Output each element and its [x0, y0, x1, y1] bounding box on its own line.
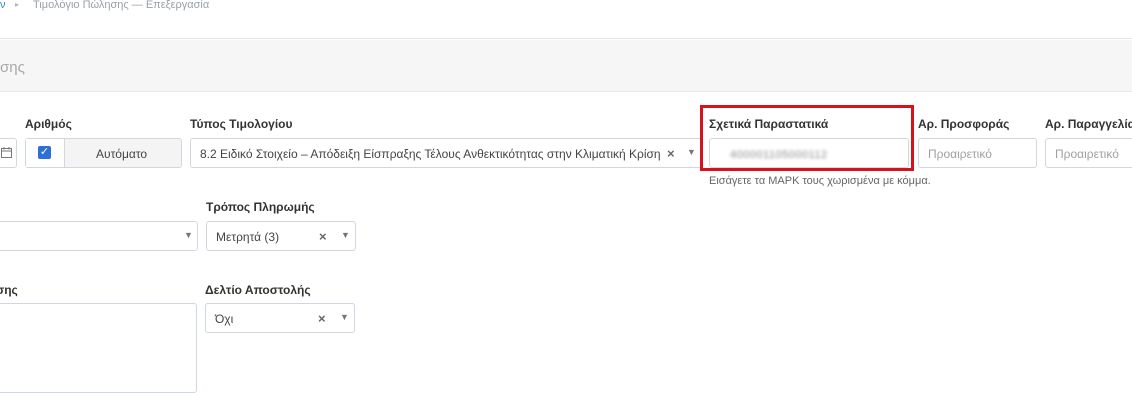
- clear-icon[interactable]: ×: [318, 311, 326, 326]
- order-number-label: Αρ. Παραγγελίας: [1045, 117, 1132, 131]
- payment-method-select[interactable]: Μετρητά (3) × ▼: [206, 221, 356, 251]
- order-number-input[interactable]: Προαιρετικό: [1045, 138, 1132, 168]
- payment-method-label: Τρόπος Πληρωμής: [206, 200, 315, 214]
- delivery-note-value: Όχι: [215, 312, 234, 326]
- clear-icon[interactable]: ×: [667, 146, 675, 161]
- offer-number-input[interactable]: Προαιρετικό: [918, 138, 1037, 168]
- check-icon: ✓: [39, 146, 50, 158]
- related-docs-help: Εισάγετε τα ΜΑΡΚ τους χωρισμένα με κόμμα…: [709, 175, 931, 187]
- breadcrumb: ν ▸ Τιμολόγιο Πώλησης — Επεξεργασία: [0, 0, 1132, 14]
- number-auto-label: Αυτόματο: [96, 147, 148, 161]
- breadcrumb-separator-icon: ▸: [15, 0, 20, 9]
- delivery-note-label: Δελτίο Αποστολής: [205, 283, 311, 297]
- notes-textarea[interactable]: [0, 303, 197, 393]
- checkbox-checked-icon: ✓: [38, 146, 51, 159]
- calendar-icon[interactable]: [1, 147, 13, 159]
- divider: [0, 38, 1132, 39]
- chevron-down-icon[interactable]: ▼: [340, 312, 349, 322]
- notes-label: σης: [0, 283, 18, 297]
- number-label: Αριθμός: [25, 117, 72, 131]
- box-title: σης: [0, 59, 25, 76]
- clear-icon[interactable]: ×: [319, 229, 327, 244]
- breadcrumb-link[interactable]: ν: [0, 0, 6, 11]
- invoice-type-value: 8.2 Ειδικό Στοιχείο – Απόδειξη Είσπραξης…: [200, 147, 661, 161]
- delivery-note-select[interactable]: Όχι × ▼: [205, 303, 355, 333]
- number-auto-checkbox[interactable]: ✓: [26, 139, 65, 167]
- payment-method-value: Μετρητά (3): [216, 230, 280, 244]
- breadcrumb-current: Τιμολόγιο Πώλησης — Επεξεργασία: [33, 0, 210, 11]
- invoice-type-select[interactable]: 8.2 Ειδικό Στοιχείο – Απόδειξη Είσπραξης…: [190, 138, 703, 168]
- customer-select[interactable]: ▼: [0, 221, 198, 251]
- offer-number-placeholder: Προαιρετικό: [928, 147, 992, 161]
- offer-number-label: Αρ. Προσφοράς: [918, 117, 1010, 131]
- chevron-down-icon[interactable]: ▼: [687, 147, 696, 157]
- order-number-placeholder: Προαιρετικό: [1055, 147, 1119, 161]
- date-input[interactable]: [0, 138, 17, 168]
- chevron-down-icon[interactable]: ▼: [341, 230, 350, 240]
- highlight-box: [700, 105, 914, 171]
- chevron-down-icon[interactable]: ▼: [184, 230, 193, 240]
- invoice-type-label: Τύπος Τιμολογίου: [190, 117, 293, 131]
- number-auto-group: ✓ Αυτόματο: [25, 138, 182, 168]
- box-header: σης: [0, 40, 1132, 92]
